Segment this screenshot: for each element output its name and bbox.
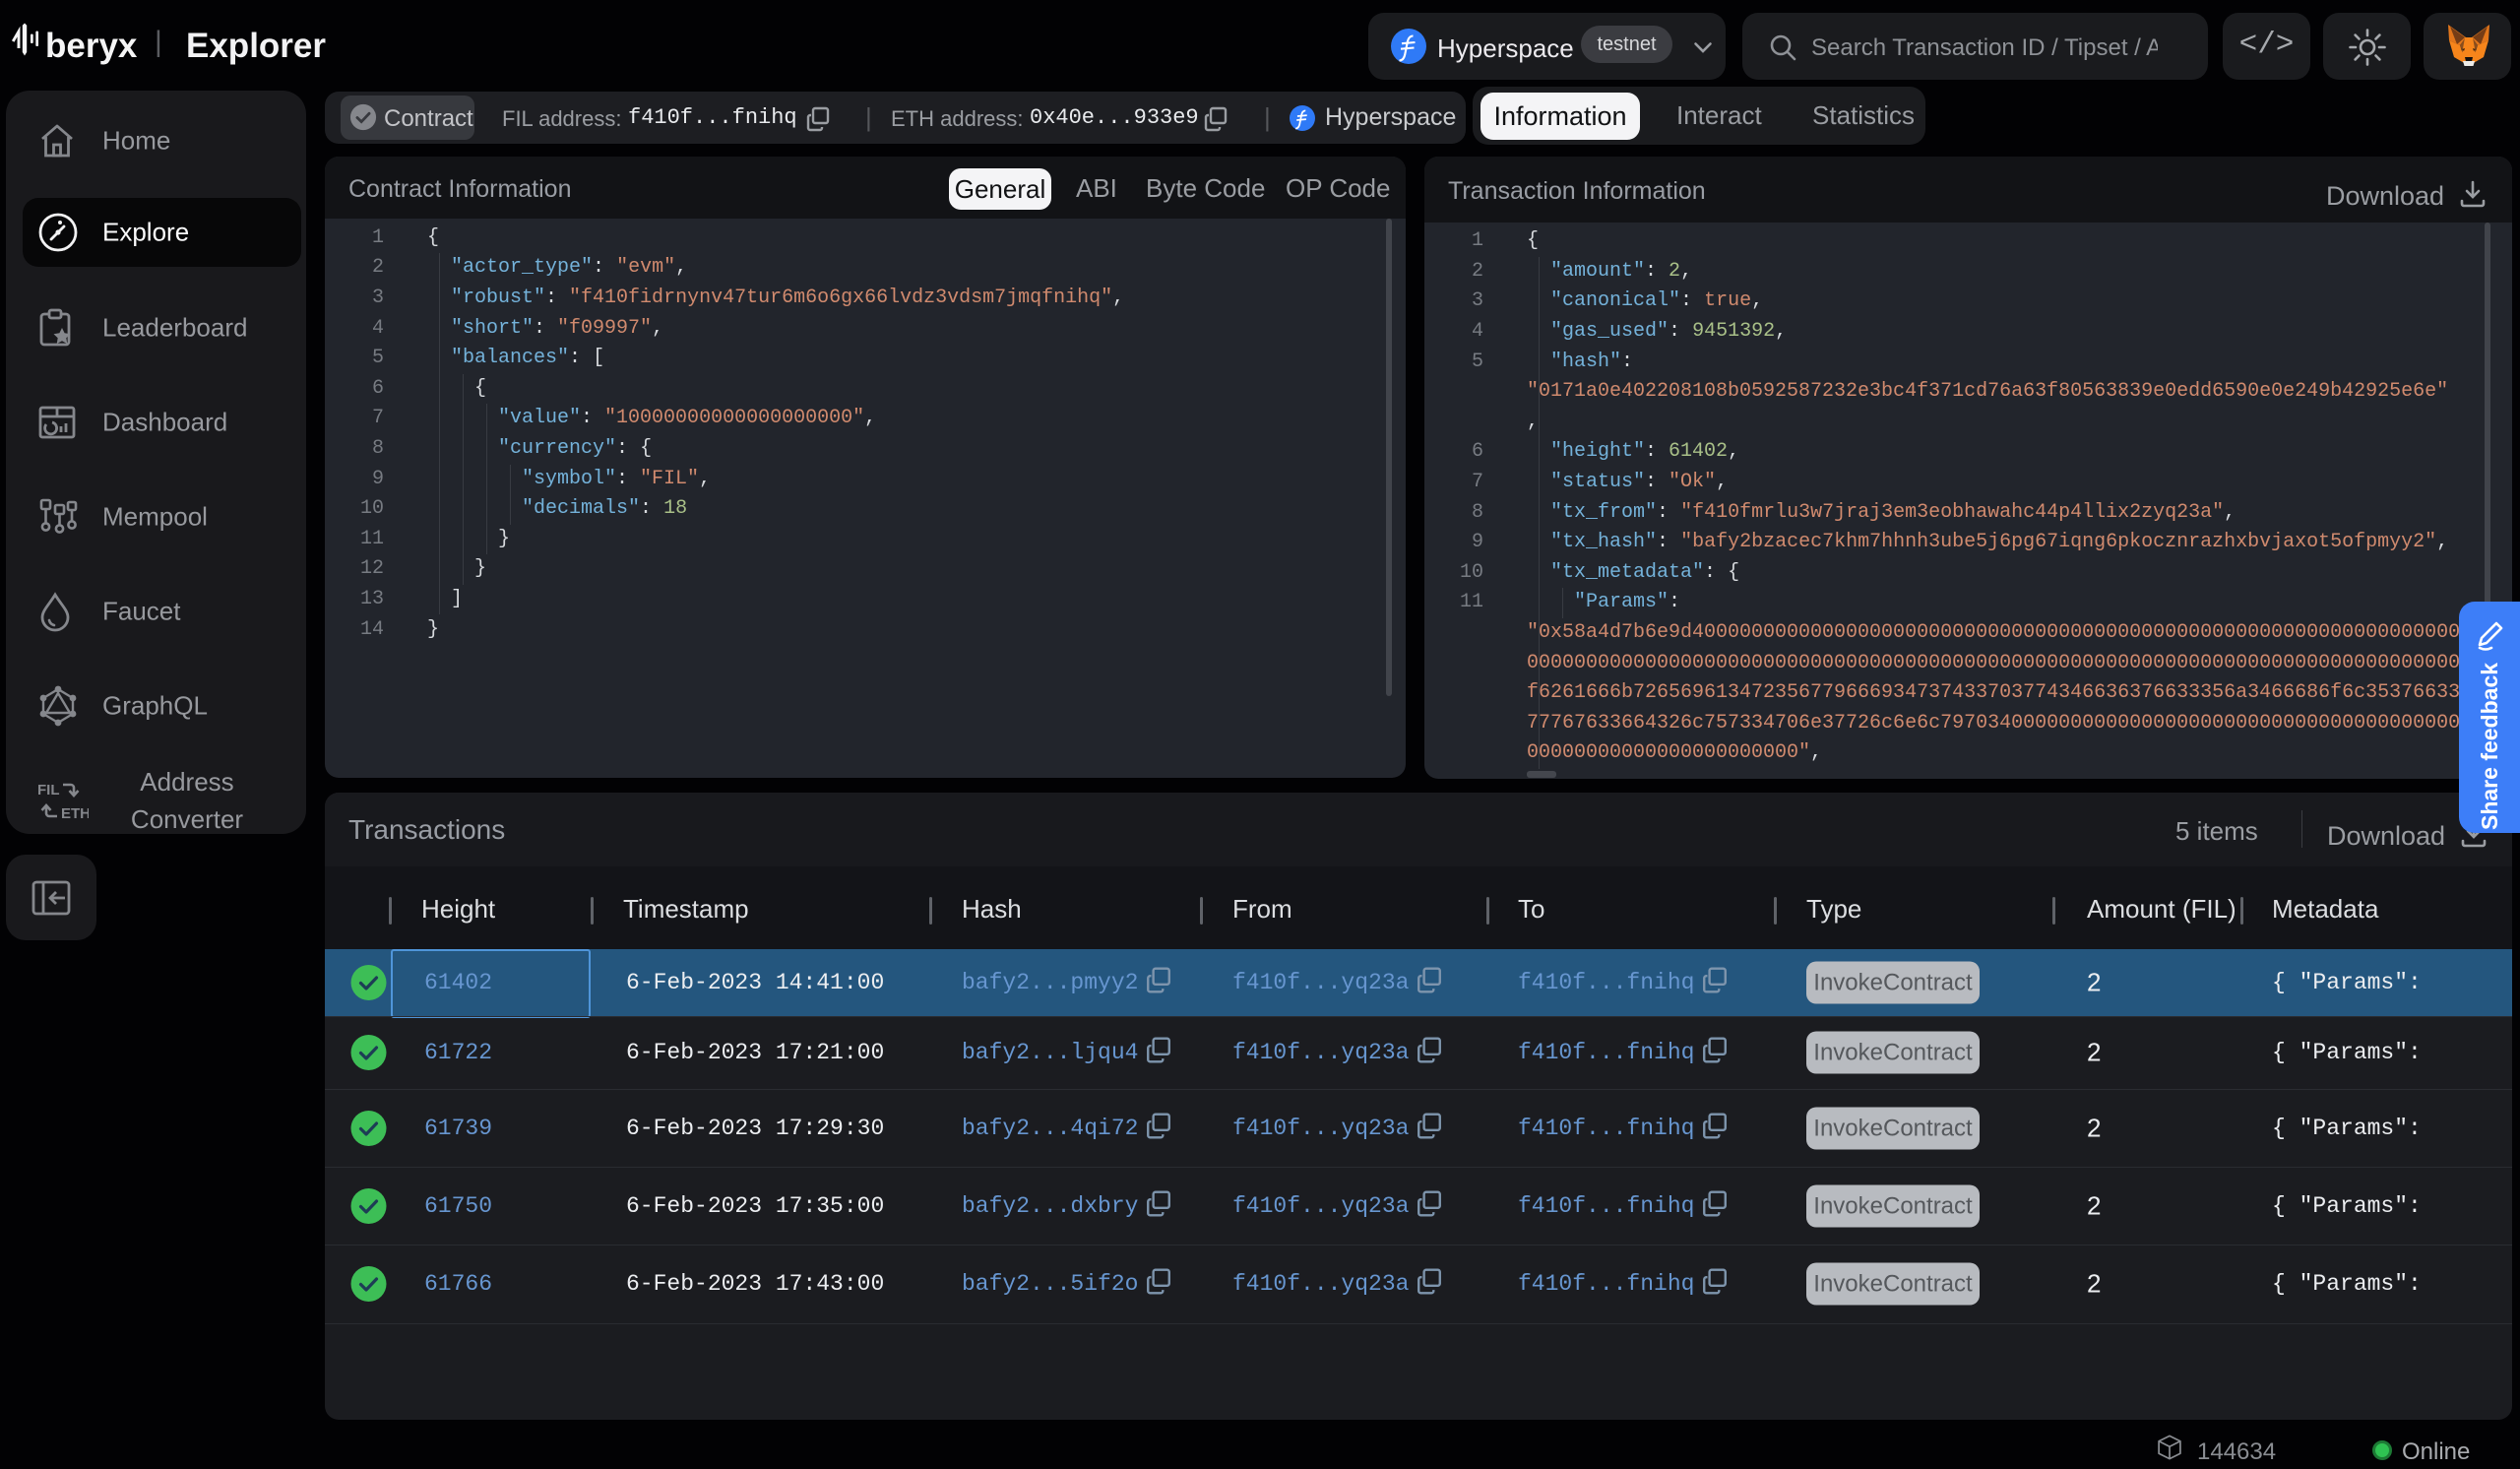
svg-text:FIL: FIL [37, 782, 60, 798]
svg-text:ETH: ETH [61, 805, 89, 820]
